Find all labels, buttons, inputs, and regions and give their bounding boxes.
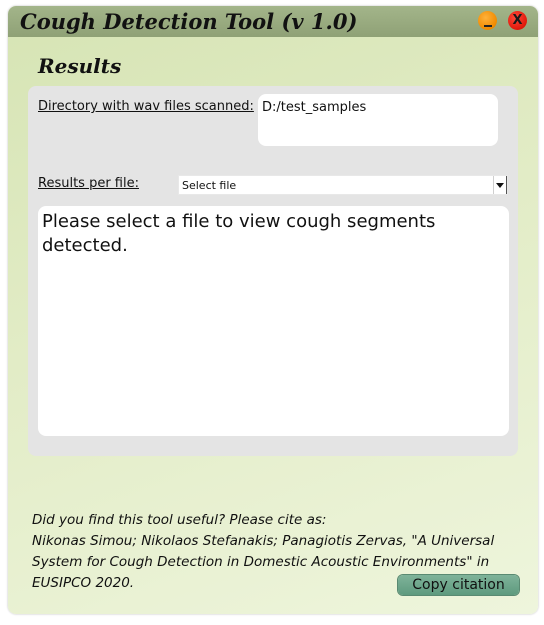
- chevron-down-icon[interactable]: [493, 176, 507, 194]
- results-output-line: Please select a file to view cough segme…: [42, 211, 436, 232]
- window-title: Cough Detection Tool (v 1.0): [20, 9, 358, 34]
- minimize-icon: [484, 25, 492, 27]
- directory-field[interactable]: D:/test_samples: [258, 94, 498, 146]
- results-output-area[interactable]: Please select a file to view cough segme…: [38, 206, 509, 436]
- file-select-value: Select file: [182, 179, 237, 192]
- close-button[interactable]: X: [508, 11, 527, 30]
- directory-label: Directory with wav files scanned:: [38, 99, 254, 114]
- results-per-file-label: Results per file:: [38, 176, 139, 191]
- results-output-line: detected.: [42, 235, 128, 256]
- copy-citation-button[interactable]: Copy citation: [398, 575, 519, 595]
- citation-line: Nikonas Simou; Nikolaos Stefanakis; Pana…: [32, 533, 495, 549]
- citation-line: Did you find this tool useful? Please ci…: [32, 512, 327, 528]
- results-heading: Results: [38, 54, 122, 78]
- citation-line: System for Cough Detection in Domestic A…: [32, 554, 490, 570]
- minimize-button[interactable]: [478, 11, 497, 30]
- file-select-dropdown[interactable]: Select file: [178, 175, 508, 195]
- app-window: Cough Detection Tool (v 1.0) X Results D…: [8, 6, 538, 614]
- title-bar[interactable]: Cough Detection Tool (v 1.0) X: [8, 6, 538, 37]
- close-icon: X: [512, 13, 523, 28]
- results-panel: Directory with wav files scanned: D:/tes…: [28, 86, 518, 456]
